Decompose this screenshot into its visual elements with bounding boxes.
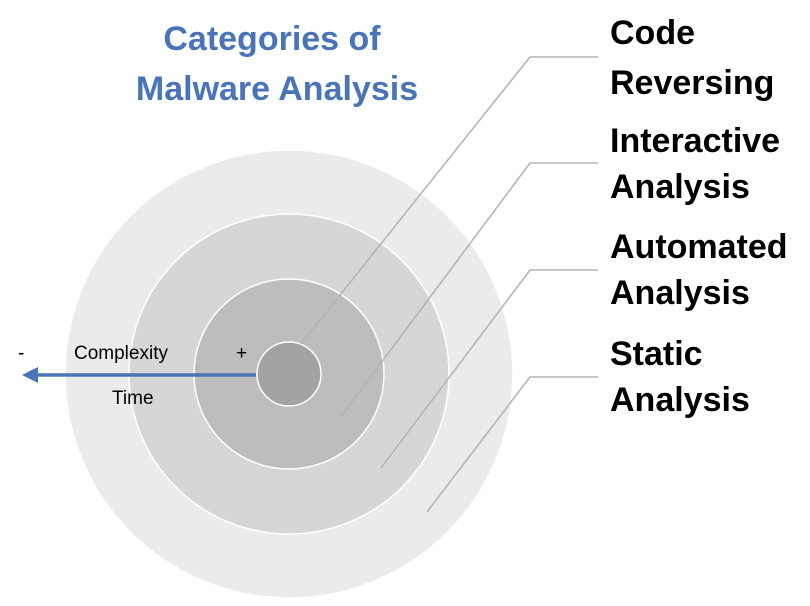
complexity-arrow-left-icon [22,367,38,383]
label-automated-analysis-line-2: Analysis [610,274,750,312]
diagram-title-line-2: Malware Analysis [136,70,418,108]
axis-time-label: Time [112,388,154,409]
label-code-reversing-line-1: Code [610,14,695,52]
axis-plus-sign: + [236,343,247,364]
label-automated-analysis-line-1: Automated [610,228,788,266]
ring-code-reversing [256,341,322,407]
diagram-title-line-1: Categories of [163,20,381,58]
label-interactive-analysis-line-2: Analysis [610,168,750,206]
label-code-reversing-line-2: Reversing [610,64,774,102]
malware-analysis-diagram: Categories of Malware Analysis Code Reve… [18,14,788,599]
axis-complexity-label: Complexity [74,343,168,364]
label-static-analysis-line-1: Static [610,335,703,373]
label-static-analysis-line-2: Analysis [610,381,750,419]
label-interactive-analysis-line-1: Interactive [610,122,780,160]
axis-minus-sign: - [18,343,24,364]
